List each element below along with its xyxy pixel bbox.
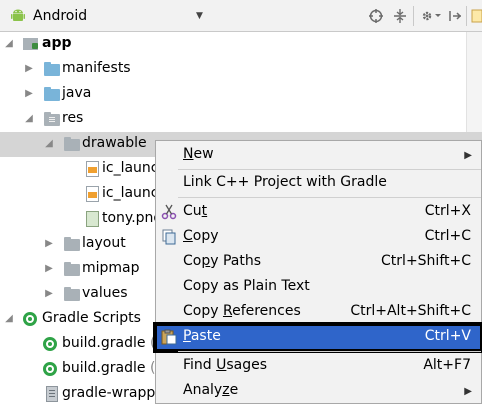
tree-node-label: build.gradle (M <box>62 360 168 376</box>
copy-icon <box>162 229 176 245</box>
folder-icon <box>64 236 82 252</box>
chevron-down-icon: ▼ <box>196 11 203 21</box>
tree-node-app[interactable]: ◢ app <box>0 32 482 57</box>
menu-item-label: Find Usages <box>183 357 268 373</box>
view-mode-label: Android <box>33 8 88 24</box>
toolbar-divider <box>413 6 414 26</box>
tree-node-label: build.gradle ( <box>62 335 156 351</box>
menu-item-cut[interactable]: Cut Ctrl+X <box>156 200 481 225</box>
submenu-arrow-icon: ▶ <box>464 386 472 397</box>
menu-item-label: Copy References <box>183 303 301 319</box>
menu-item-label: Copy <box>183 228 219 244</box>
menu-item-copy[interactable]: Copy Ctrl+C <box>156 225 481 250</box>
menu-item-label: Paste <box>183 328 221 344</box>
project-view-dropdown[interactable]: Android ▼ <box>0 0 216 32</box>
gear-icon[interactable] <box>418 5 444 27</box>
chevron-right-icon[interactable]: ▶ <box>23 88 35 99</box>
tree-node-label: gradle-wrappe <box>62 385 164 401</box>
menu-item-find-usages[interactable]: Find Usages Alt+F7 <box>156 354 481 379</box>
tree-node-label: java <box>62 85 92 101</box>
properties-file-icon <box>44 386 62 402</box>
tree-node-label: mipmap <box>82 260 140 276</box>
xml-file-icon <box>84 161 102 177</box>
folder-icon <box>64 261 82 277</box>
paste-icon <box>161 329 177 345</box>
tree-node-label: drawable <box>82 135 147 151</box>
folder-icon <box>44 61 62 77</box>
tree-node-res[interactable]: ◢ res <box>0 107 482 132</box>
menu-separator <box>178 197 481 198</box>
menu-item-shortcut: Ctrl+X <box>424 203 471 219</box>
menu-item-label: Link C++ Project with Gradle <box>183 174 387 190</box>
toolbar-divider <box>466 6 467 26</box>
menu-item-label: Cut <box>183 203 208 219</box>
tree-node-label: Gradle Scripts <box>42 310 141 326</box>
menu-item-shortcut: Alt+F7 <box>423 357 471 373</box>
tree-node-java[interactable]: ▶ java <box>0 82 482 107</box>
tree-node-label: tony.png <box>102 210 163 226</box>
tree-node-manifests[interactable]: ▶ manifests <box>0 57 482 82</box>
tree-node-label: res <box>62 110 84 126</box>
menu-item-shortcut: Ctrl+C <box>424 228 471 244</box>
menu-item-analyze[interactable]: Analyze ▶ <box>156 379 481 404</box>
menu-item-new[interactable]: New ▶ <box>156 143 481 168</box>
chevron-down-icon[interactable]: ◢ <box>3 313 15 324</box>
gradle-icon <box>42 336 60 352</box>
folder-icon <box>64 136 82 152</box>
chevron-right-icon[interactable]: ▶ <box>23 63 35 74</box>
gradle-icon <box>22 311 40 327</box>
gradle-icon <box>42 361 60 377</box>
menu-item-shortcut: Ctrl+Shift+C <box>381 253 471 269</box>
scissors-icon <box>161 204 177 220</box>
project-toolbar: Android ▼ <box>0 0 482 32</box>
folder-icon <box>44 86 62 102</box>
menu-separator <box>178 351 481 352</box>
collapse-icon[interactable] <box>390 5 410 27</box>
tree-node-label: app <box>42 35 72 51</box>
resource-folder-icon <box>44 111 62 127</box>
chevron-down-icon[interactable]: ◢ <box>3 38 15 49</box>
menu-item-copy-plain-text[interactable]: Copy as Plain Text <box>156 275 481 300</box>
context-menu: New ▶ Link C++ Project with Gradle Cut C… <box>153 140 482 404</box>
menu-item-shortcut: Ctrl+Alt+Shift+C <box>350 303 471 319</box>
menu-item-copy-references[interactable]: Copy References Ctrl+Alt+Shift+C <box>156 300 481 325</box>
tree-node-label: layout <box>82 235 126 251</box>
menu-separator <box>178 169 481 170</box>
submenu-arrow-icon: ▶ <box>464 150 472 161</box>
image-file-icon <box>84 211 102 227</box>
module-icon <box>22 36 40 52</box>
chevron-down-icon[interactable]: ◢ <box>43 138 55 149</box>
menu-item-label: Copy as Plain Text <box>183 278 310 294</box>
xml-file-icon <box>84 186 102 202</box>
menu-item-shortcut: Ctrl+V <box>424 328 471 344</box>
tree-node-label: manifests <box>62 60 131 76</box>
chevron-right-icon[interactable]: ▶ <box>43 288 55 299</box>
android-icon <box>11 9 25 21</box>
locate-icon[interactable] <box>366 5 386 27</box>
chevron-right-icon[interactable]: ▶ <box>43 263 55 274</box>
tree-node-label: values <box>82 285 128 301</box>
next-tool-icon[interactable] <box>470 5 482 27</box>
menu-item-label: Copy Paths <box>183 253 262 269</box>
menu-item-label: New <box>183 146 214 162</box>
menu-item-paste[interactable]: Paste Ctrl+V <box>153 322 482 353</box>
menu-item-link-cpp[interactable]: Link C++ Project with Gradle <box>156 171 481 196</box>
chevron-down-icon[interactable]: ◢ <box>23 113 35 124</box>
folder-icon <box>64 286 82 302</box>
menu-item-label: Analyze <box>183 382 239 398</box>
chevron-right-icon[interactable]: ▶ <box>43 238 55 249</box>
pin-icon[interactable] <box>446 5 464 27</box>
menu-item-copy-paths[interactable]: Copy Paths Ctrl+Shift+C <box>156 250 481 275</box>
